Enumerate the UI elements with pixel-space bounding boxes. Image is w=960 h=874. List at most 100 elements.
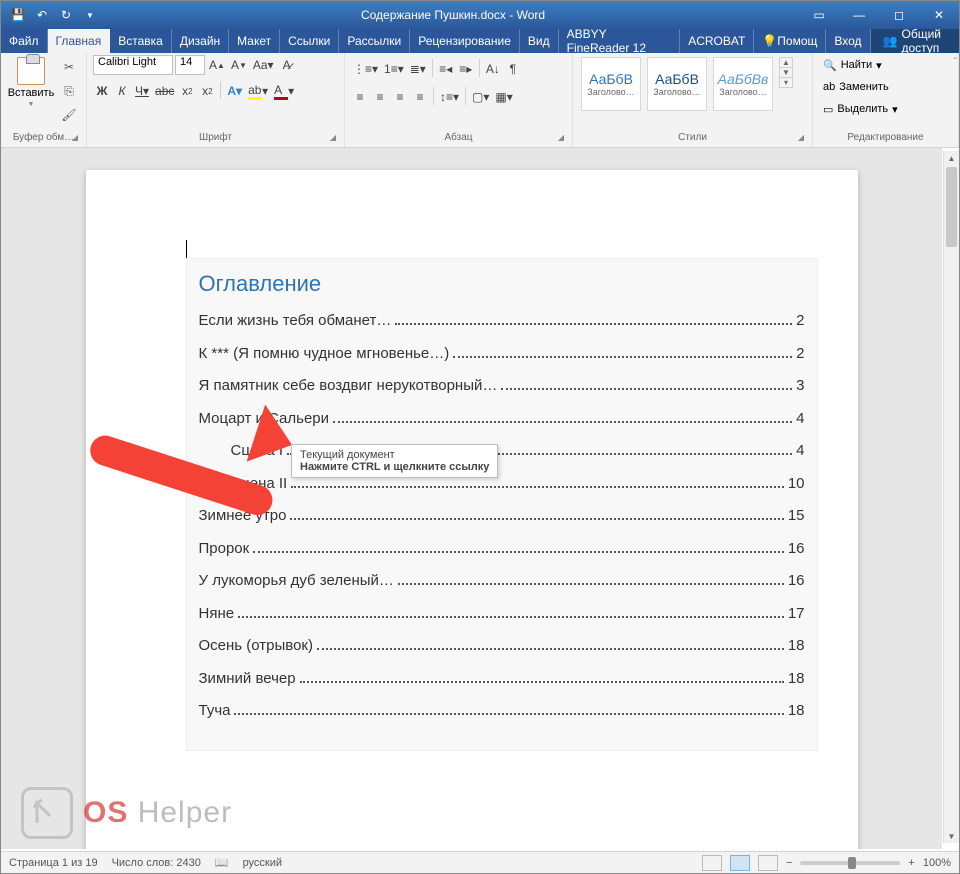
tab-view[interactable]: Вид: [520, 29, 559, 53]
print-layout-icon[interactable]: [730, 855, 750, 871]
tab-finereader[interactable]: ABBYY FineReader 12: [559, 29, 681, 53]
toc-entry[interactable]: Туча18: [199, 697, 805, 726]
style-heading2[interactable]: АаБбВ Заголово…: [647, 57, 707, 111]
increase-indent-icon[interactable]: ≡▸: [457, 59, 475, 79]
styles-launcher-icon[interactable]: ◢: [798, 131, 804, 145]
zoom-knob[interactable]: [848, 857, 856, 869]
subscript-button[interactable]: x2: [178, 81, 196, 101]
zoom-slider[interactable]: [800, 861, 900, 865]
maximize-button[interactable]: ◻: [879, 1, 919, 29]
tab-review[interactable]: Рецензирование: [410, 29, 520, 53]
paragraph-launcher-icon[interactable]: ◢: [558, 131, 564, 145]
toc-entry[interactable]: Если жизнь тебя обманет…2: [199, 307, 805, 336]
status-words[interactable]: Число слов: 2430: [112, 857, 201, 869]
font-size-combo[interactable]: 14: [175, 55, 205, 75]
tab-references[interactable]: Ссылки: [280, 29, 339, 53]
toc-entry[interactable]: У лукоморья дуб зеленый…16: [199, 567, 805, 596]
font-color-icon[interactable]: A▾: [272, 81, 296, 101]
justify-icon[interactable]: ≡: [411, 87, 429, 107]
format-painter-icon[interactable]: 🖌: [59, 105, 79, 125]
read-mode-icon[interactable]: [702, 855, 722, 871]
align-right-icon[interactable]: ≡: [391, 87, 409, 107]
tab-acrobat[interactable]: ACROBAT: [680, 29, 754, 53]
web-layout-icon[interactable]: [758, 855, 778, 871]
collapse-ribbon-icon[interactable]: ˆ: [954, 57, 957, 68]
highlight-color-icon[interactable]: ab▾: [246, 81, 270, 101]
font-launcher-icon[interactable]: ◢: [330, 131, 336, 145]
align-center-icon[interactable]: ≡: [371, 87, 389, 107]
ribbon-options-icon[interactable]: ▭: [799, 1, 839, 29]
qat-customize-icon[interactable]: ▼: [81, 6, 99, 24]
minimize-button[interactable]: —: [839, 1, 879, 29]
toc-entry[interactable]: Я памятник себе воздвиг нерукотворный…3: [199, 372, 805, 401]
decrease-font-icon[interactable]: A▼: [229, 55, 249, 75]
select-button[interactable]: ▭Выделить ▾: [819, 99, 902, 119]
signin-link[interactable]: Вход: [826, 29, 870, 53]
clipboard-launcher-icon[interactable]: ◢: [72, 131, 78, 145]
toc-entry[interactable]: Осень (отрывок)18: [199, 632, 805, 661]
toc-entry[interactable]: Зимний вечер18: [199, 665, 805, 694]
styles-down-icon[interactable]: ▼: [780, 68, 792, 78]
text-effects-icon[interactable]: A▾: [225, 81, 244, 101]
find-button[interactable]: 🔍Найти ▾: [819, 55, 886, 75]
status-page[interactable]: Страница 1 из 19: [9, 857, 98, 869]
show-marks-icon[interactable]: ¶: [504, 59, 522, 79]
shading-icon[interactable]: ▢▾: [470, 87, 491, 107]
copy-icon[interactable]: ⎘: [59, 81, 79, 101]
superscript-button[interactable]: x2: [198, 81, 216, 101]
strike-button[interactable]: abc: [153, 81, 176, 101]
decrease-indent-icon[interactable]: ≡◂: [437, 59, 455, 79]
align-left-icon[interactable]: ≡: [351, 87, 369, 107]
tell-me[interactable]: 💡 Помощ: [754, 29, 826, 53]
font-name-combo[interactable]: Calibri Light: [93, 55, 173, 75]
style-heading1[interactable]: АаБбВ Заголово…: [581, 57, 641, 111]
toc-entry[interactable]: Зимнее утро15: [199, 502, 805, 531]
spellcheck-icon[interactable]: 📖: [215, 856, 229, 869]
document-page[interactable]: Оглавление Если жизнь тебя обманет…2К **…: [86, 170, 858, 849]
share-button[interactable]: 👥Общий доступ: [871, 29, 959, 53]
tab-insert[interactable]: Вставка: [110, 29, 172, 53]
tab-layout[interactable]: Макет: [229, 29, 280, 53]
style-subtitle[interactable]: АаБбВв Заголово…: [713, 57, 773, 111]
status-language[interactable]: русский: [243, 857, 282, 869]
toc-entry[interactable]: Няне17: [199, 600, 805, 629]
scroll-down-icon[interactable]: ▼: [944, 829, 959, 843]
styles-more-icon[interactable]: ▾: [780, 78, 792, 87]
scroll-up-icon[interactable]: ▲: [944, 151, 959, 165]
scroll-thumb[interactable]: [946, 167, 957, 247]
toc-entry[interactable]: К *** (Я помню чудное мгновенье…)2: [199, 340, 805, 369]
bullets-icon[interactable]: ⋮≡▾: [351, 59, 380, 79]
save-icon[interactable]: 💾: [9, 6, 27, 24]
toc-entry[interactable]: Моцарт и Сальери4: [199, 405, 805, 434]
replace-button[interactable]: abЗаменить: [819, 77, 893, 97]
clear-format-icon[interactable]: A̷: [278, 55, 296, 75]
tab-home[interactable]: Главная: [48, 29, 111, 53]
multilevel-icon[interactable]: ≣▾: [408, 59, 428, 79]
cut-icon[interactable]: ✂: [59, 57, 79, 77]
vertical-scrollbar[interactable]: ▲ ▼: [943, 151, 959, 843]
bold-button[interactable]: Ж: [93, 81, 111, 101]
zoom-out-icon[interactable]: −: [786, 857, 792, 869]
toc-entry[interactable]: Пророк16: [199, 535, 805, 564]
undo-icon[interactable]: ↶: [33, 6, 51, 24]
zoom-in-icon[interactable]: +: [908, 857, 914, 869]
italic-button[interactable]: К: [113, 81, 131, 101]
toc-entry[interactable]: Сцена II10: [199, 470, 805, 499]
line-spacing-icon[interactable]: ↕≡▾: [438, 87, 461, 107]
numbering-icon[interactable]: 1≡▾: [382, 59, 406, 79]
underline-button[interactable]: Ч▾: [133, 81, 151, 101]
zoom-value[interactable]: 100%: [923, 857, 951, 869]
borders-icon[interactable]: ▦▾: [493, 87, 514, 107]
toc-field[interactable]: Оглавление Если жизнь тебя обманет…2К **…: [186, 258, 818, 751]
tab-file[interactable]: Файл: [1, 29, 48, 53]
tab-design[interactable]: Дизайн: [172, 29, 229, 53]
styles-gallery-nav[interactable]: ▲ ▼ ▾: [779, 57, 793, 88]
redo-icon[interactable]: ↻: [57, 6, 75, 24]
tab-mailings[interactable]: Рассылки: [339, 29, 410, 53]
paste-button[interactable]: Вставить ▼: [7, 55, 55, 110]
change-case-icon[interactable]: Aa▾: [251, 55, 276, 75]
increase-font-icon[interactable]: A▲: [207, 55, 227, 75]
toc-entry[interactable]: Сцена I4: [199, 437, 805, 466]
styles-up-icon[interactable]: ▲: [780, 58, 792, 68]
close-button[interactable]: ✕: [919, 1, 959, 29]
